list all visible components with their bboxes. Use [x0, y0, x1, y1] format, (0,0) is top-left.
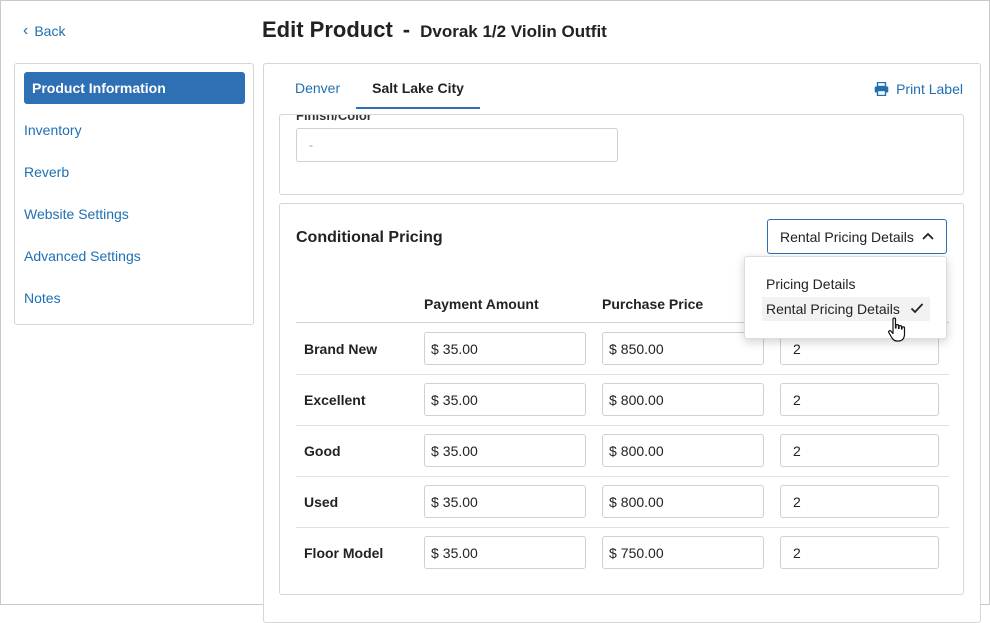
row-label-brand-new: Brand New — [304, 341, 378, 357]
conditional-pricing-title: Conditional Pricing — [296, 229, 443, 246]
sidebar-item-notes[interactable]: Notes — [24, 282, 245, 314]
purchase-price-input[interactable]: $800.00 — [602, 383, 764, 416]
sidebar-item-reverb[interactable]: Reverb — [24, 156, 245, 188]
purchase-value: 850.00 — [620, 341, 664, 357]
tab-denver[interactable]: Denver — [279, 72, 356, 109]
pricing-type-dropdown: Pricing Details Rental Pricing Details — [744, 256, 947, 339]
purchase-price-input[interactable]: $800.00 — [602, 485, 764, 518]
pricing-type-select[interactable]: Rental Pricing Details — [767, 219, 947, 254]
currency-symbol: $ — [609, 341, 617, 357]
purchase-price-input[interactable]: $800.00 — [602, 434, 764, 467]
payment-value: 35.00 — [442, 392, 478, 408]
payment-value: 35.00 — [442, 341, 478, 357]
tab-salt-lake-city[interactable]: Salt Lake City — [356, 72, 480, 109]
row-divider — [296, 527, 949, 528]
currency-symbol: $ — [609, 392, 617, 408]
finish-label: Finish/Color — [296, 114, 372, 123]
payment-amount-input[interactable]: $35.00 — [424, 383, 586, 416]
check-icon — [910, 303, 924, 314]
payment-amount-input[interactable]: $35.00 — [424, 332, 586, 365]
sidebar-item-label: Notes — [24, 290, 61, 306]
term-input[interactable]: 2 — [780, 536, 939, 569]
finish-card: Finish/Color - — [279, 114, 964, 195]
dropdown-option-pricing-details[interactable]: Pricing Details — [762, 272, 930, 296]
sidebar-item-website-settings[interactable]: Website Settings — [24, 198, 245, 230]
column-header-purchase-price: Purchase Price — [602, 296, 704, 312]
finish-input[interactable]: - — [296, 128, 618, 162]
hand-cursor-icon — [888, 317, 906, 342]
print-label-button[interactable]: Print Label — [874, 81, 963, 97]
chevron-left-icon: ‹ — [23, 22, 29, 39]
row-label-used: Used — [304, 494, 339, 510]
sidebar-item-product-information[interactable]: Product Information — [24, 72, 245, 104]
product-name: Dvorak 1/2 Violin Outfit — [420, 22, 607, 41]
currency-symbol: $ — [609, 545, 617, 561]
row-label-floor-model: Floor Model — [304, 545, 384, 561]
printer-icon — [874, 82, 889, 96]
purchase-price-input[interactable]: $750.00 — [602, 536, 764, 569]
currency-symbol: $ — [431, 392, 439, 408]
row-divider — [296, 425, 949, 426]
location-tabs: Denver Salt Lake City — [279, 72, 480, 109]
payment-value: 35.00 — [442, 545, 478, 561]
sidebar-item-label: Product Information — [32, 80, 166, 96]
print-label-text: Print Label — [896, 81, 963, 97]
dropdown-option-label: Pricing Details — [766, 276, 856, 292]
sidebar-item-label: Reverb — [24, 164, 70, 180]
row-label-good: Good — [304, 443, 341, 459]
page-title: Edit Product - Dvorak 1/2 Violin Outfit — [262, 17, 607, 43]
sidebar-item-advanced-settings[interactable]: Advanced Settings — [24, 240, 245, 272]
term-input[interactable]: 2 — [780, 485, 939, 518]
chevron-up-icon — [922, 232, 934, 240]
currency-symbol: $ — [609, 494, 617, 510]
currency-symbol: $ — [609, 443, 617, 459]
sidebar-item-label: Advanced Settings — [24, 248, 141, 264]
back-link[interactable]: ‹ Back — [23, 22, 66, 40]
dropdown-option-label: Rental Pricing Details — [766, 301, 900, 317]
pricing-type-value: Rental Pricing Details — [780, 229, 914, 245]
payment-value: 35.00 — [442, 494, 478, 510]
payment-amount-input[interactable]: $35.00 — [424, 434, 586, 467]
currency-symbol: $ — [431, 494, 439, 510]
purchase-price-input[interactable]: $850.00 — [602, 332, 764, 365]
purchase-value: 800.00 — [620, 443, 664, 459]
back-label: Back — [34, 23, 66, 39]
sidebar-item-label: Website Settings — [24, 206, 129, 222]
term-input[interactable]: 2 — [780, 434, 939, 467]
sidebar: Product Information Inventory Reverb Web… — [14, 63, 254, 325]
page-title-main: Edit Product — [262, 17, 393, 42]
title-separator: - — [402, 17, 411, 42]
payment-value: 35.00 — [442, 443, 478, 459]
row-label-excellent: Excellent — [304, 392, 366, 408]
sidebar-item-inventory[interactable]: Inventory — [24, 114, 245, 146]
row-divider — [296, 374, 949, 375]
term-input[interactable]: 2 — [780, 383, 939, 416]
purchase-value: 750.00 — [620, 545, 664, 561]
currency-symbol: $ — [431, 443, 439, 459]
column-header-payment-amount: Payment Amount — [424, 296, 539, 312]
purchase-value: 800.00 — [620, 494, 664, 510]
sidebar-item-label: Inventory — [24, 122, 82, 138]
currency-symbol: $ — [431, 341, 439, 357]
currency-symbol: $ — [431, 545, 439, 561]
payment-amount-input[interactable]: $35.00 — [424, 485, 586, 518]
purchase-value: 800.00 — [620, 392, 664, 408]
payment-amount-input[interactable]: $35.00 — [424, 536, 586, 569]
row-divider — [296, 476, 949, 477]
